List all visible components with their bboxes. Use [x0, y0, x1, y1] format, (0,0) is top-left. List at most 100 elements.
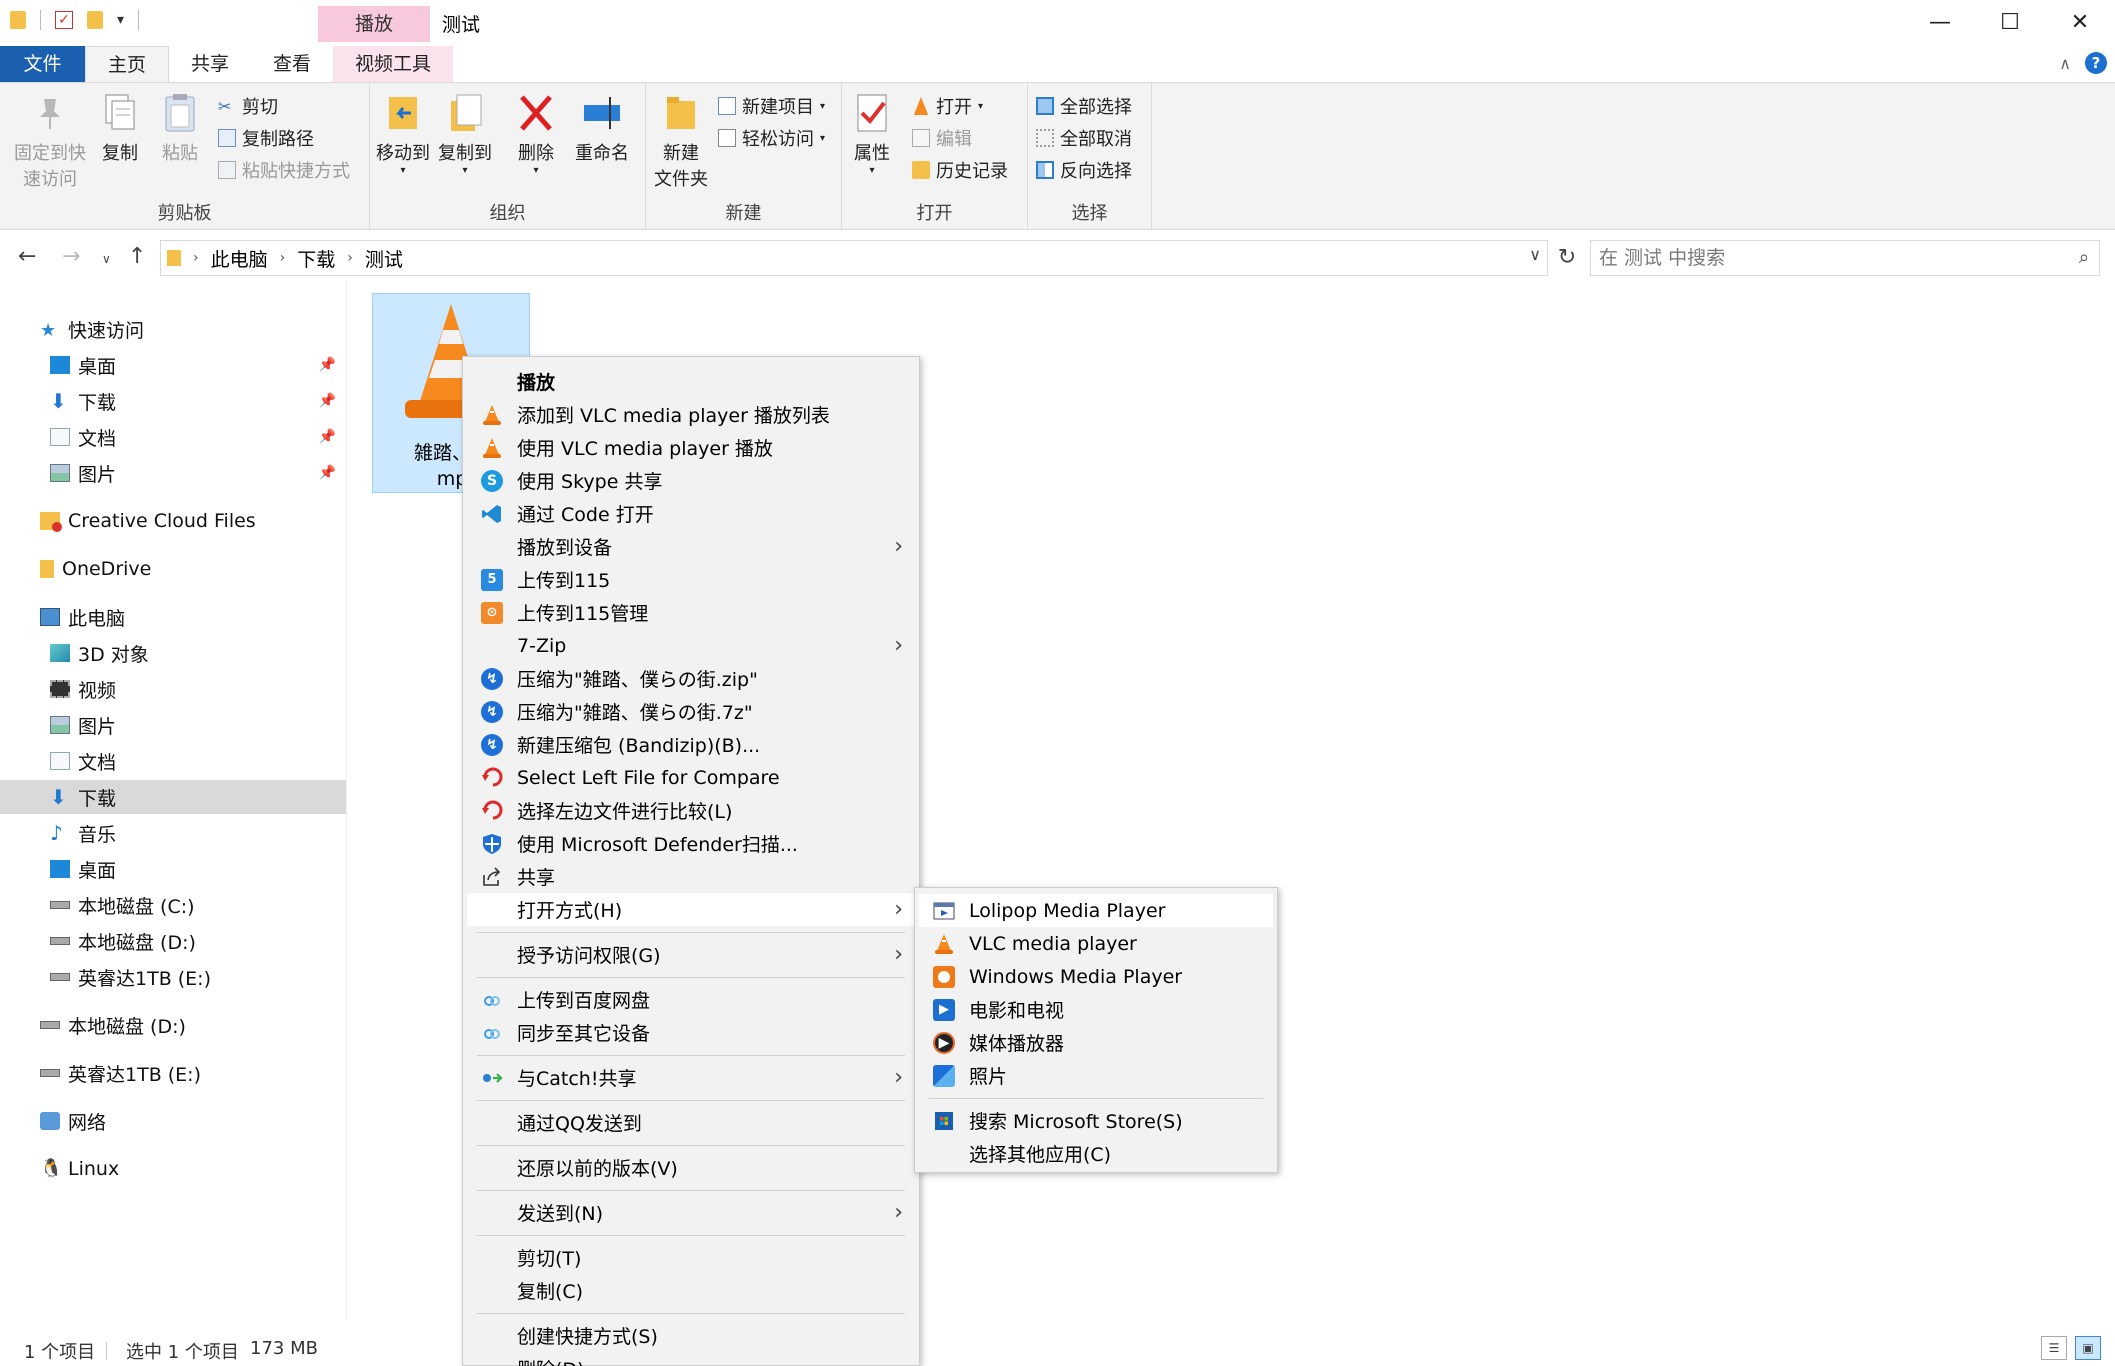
menu-item[interactable]: ↯ 压缩为"雑踏、僕らの街.zip" — [467, 662, 915, 695]
menu-item[interactable]: 搜索 Microsoft Store(S) — [919, 1104, 1273, 1137]
details-view-icon[interactable]: ☰ — [2041, 1336, 2067, 1360]
nav-downloads-pinned[interactable]: ⬇ 下载 📌 — [0, 384, 346, 418]
nav-this-pc[interactable]: 此电脑 — [0, 600, 346, 634]
properties-button[interactable]: 属性 ▾ — [846, 91, 898, 176]
nav-quick-access[interactable]: ★ 快速访问 — [0, 312, 346, 346]
tab-video-tools[interactable]: 视频工具 — [333, 46, 454, 82]
invert-selection-button[interactable]: 反向选择 — [1036, 157, 1132, 183]
nav-linux[interactable]: 🐧 Linux — [0, 1152, 346, 1186]
history-button[interactable]: 历史记录 — [912, 157, 1008, 183]
nav-pictures-pinned[interactable]: 图片 📌 — [0, 456, 346, 490]
nav-drive-c[interactable]: 本地磁盘 (C:) — [0, 888, 346, 922]
menu-item[interactable]: ▶ 媒体播放器 — [919, 1026, 1273, 1059]
menu-item[interactable]: 与Catch!共享 › — [467, 1061, 915, 1094]
select-none-button[interactable]: 全部取消 — [1036, 125, 1132, 151]
new-item-button[interactable]: 新建项目 ▾ — [718, 93, 825, 119]
menu-item[interactable]: 选择其他应用(C) — [919, 1137, 1273, 1170]
address-input[interactable]: › 此电脑 › 下载 › 测试 ∨ — [160, 240, 1548, 276]
menu-item[interactable]: 创建快捷方式(S) — [467, 1319, 915, 1352]
nav-drive-e[interactable]: 英睿达1TB (E:) — [0, 960, 346, 994]
search-input[interactable]: 在 测试 中搜索 ⌕ — [1590, 240, 2100, 276]
copy-path-button[interactable]: 复制路径 — [218, 125, 314, 151]
menu-item[interactable]: S 使用 Skype 共享 — [467, 464, 915, 497]
menu-item[interactable]: 添加到 VLC media player 播放列表 — [467, 398, 915, 431]
copy-button[interactable]: 复制 — [94, 91, 146, 165]
menu-item[interactable]: 选择左边文件进行比较(L) — [467, 794, 915, 827]
menu-item[interactable]: 授予访问权限(G) › — [467, 938, 915, 971]
menu-item[interactable]: VLC media player — [919, 927, 1273, 960]
nav-downloads[interactable]: ⬇ 下载 — [0, 780, 346, 814]
large-icons-view-icon[interactable]: ▣ — [2075, 1336, 2101, 1360]
pin-quick-access-button[interactable]: 固定到快 速访问 — [8, 91, 92, 191]
address-dropdown-chevron-icon[interactable]: ∨ — [1529, 245, 1541, 264]
menu-item[interactable]: 照片 — [919, 1059, 1273, 1092]
nav-onedrive[interactable]: OneDrive — [0, 552, 346, 586]
refresh-icon[interactable]: ↻ — [1552, 240, 1582, 276]
move-to-button[interactable]: 移动到 ▾ — [372, 91, 434, 176]
nav-documents-pinned[interactable]: 文档 📌 — [0, 420, 346, 454]
tab-share[interactable]: 共享 — [169, 46, 251, 82]
forward-arrow-icon[interactable]: → — [62, 244, 80, 269]
nav-drive-d-root[interactable]: 本地磁盘 (D:) — [0, 1008, 346, 1042]
paste-button[interactable]: 粘贴 — [154, 91, 206, 165]
easy-access-button[interactable]: 轻松访问 ▾ — [718, 125, 825, 151]
nav-music[interactable]: ♪ 音乐 — [0, 816, 346, 850]
copy-to-button[interactable]: 复制到 ▾ — [434, 91, 496, 176]
customize-toolbar-dropdown-icon[interactable]: ▾ — [117, 12, 124, 28]
menu-item[interactable]: 上传到百度网盘 — [467, 983, 915, 1016]
menu-item[interactable]: 通过 Code 打开 — [467, 497, 915, 530]
cut-button[interactable]: ✂ 剪切 — [218, 93, 278, 119]
collapse-ribbon-icon[interactable]: ∧ — [2059, 54, 2071, 73]
menu-item[interactable]: 删除(D) — [467, 1352, 915, 1366]
pane-divider[interactable] — [346, 280, 347, 1320]
new-folder-icon[interactable] — [87, 11, 103, 29]
nav-network[interactable]: 网络 — [0, 1104, 346, 1138]
menu-item[interactable]: ▶ 电影和电视 — [919, 993, 1273, 1026]
open-button[interactable]: 打开 ▾ — [912, 93, 983, 119]
menu-item[interactable]: ↯ 压缩为"雑踏、僕らの街.7z" — [467, 695, 915, 728]
nav-desktop[interactable]: 桌面 — [0, 852, 346, 886]
maximize-button[interactable]: ☐ — [1975, 0, 2045, 46]
nav-drive-e-root[interactable]: 英睿达1TB (E:) — [0, 1056, 346, 1090]
menu-item[interactable]: Lolipop Media Player — [919, 894, 1273, 927]
menu-item[interactable]: 同步至其它设备 — [467, 1016, 915, 1049]
nav-drive-d[interactable]: 本地磁盘 (D:) — [0, 924, 346, 958]
menu-item[interactable]: ↯ 新建压缩包 (Bandizip)(B)... — [467, 728, 915, 761]
recent-locations-chevron-icon[interactable]: ∨ — [102, 252, 111, 266]
breadcrumb-downloads[interactable]: 下载 — [297, 245, 335, 272]
menu-item[interactable]: Select Left File for Compare — [467, 761, 915, 794]
menu-item[interactable]: 播放到设备 › — [467, 530, 915, 563]
menu-item[interactable]: 发送到(N) › — [467, 1196, 915, 1229]
help-icon[interactable]: ? — [2085, 52, 2107, 74]
menu-item[interactable]: 还原以前的版本(V) — [467, 1151, 915, 1184]
nav-videos[interactable]: 视频 — [0, 672, 346, 706]
menu-item[interactable]: 播放 — [467, 365, 915, 398]
breadcrumb-this-pc[interactable]: 此电脑 — [211, 245, 268, 272]
nav-documents[interactable]: 文档 — [0, 744, 346, 778]
up-arrow-icon[interactable]: ↑ — [128, 244, 146, 269]
menu-item[interactable]: 5 上传到115 — [467, 563, 915, 596]
menu-item[interactable]: 使用 Microsoft Defender扫描... — [467, 827, 915, 860]
tab-home[interactable]: 主页 — [85, 46, 170, 82]
menu-item[interactable]: ⊙ 上传到115管理 — [467, 596, 915, 629]
minimize-button[interactable]: — — [1905, 0, 1975, 46]
menu-item[interactable]: 共享 — [467, 860, 915, 893]
delete-button[interactable]: 删除 ▾ — [510, 91, 562, 176]
paste-shortcut-button[interactable]: 粘贴快捷方式 — [218, 157, 350, 183]
menu-item[interactable]: 打开方式(H) › — [467, 893, 915, 926]
nav-3d-objects[interactable]: 3D 对象 — [0, 636, 346, 670]
breadcrumb-test[interactable]: 测试 — [365, 245, 403, 272]
nav-creative-cloud[interactable]: Creative Cloud Files — [0, 504, 346, 538]
breadcrumb-separator-icon[interactable]: › — [347, 250, 353, 266]
tab-view[interactable]: 查看 — [251, 46, 333, 82]
close-button[interactable]: ✕ — [2045, 0, 2115, 46]
menu-item[interactable]: Windows Media Player — [919, 960, 1273, 993]
rename-button[interactable]: 重命名 — [570, 91, 634, 165]
edit-button[interactable]: 编辑 — [912, 125, 972, 151]
new-folder-button[interactable]: 新建 文件夹 — [650, 91, 712, 191]
menu-item[interactable]: 剪切(T) — [467, 1241, 915, 1274]
menu-item[interactable]: 复制(C) — [467, 1274, 915, 1307]
menu-item[interactable]: 通过QQ发送到 — [467, 1106, 915, 1139]
menu-item[interactable]: 使用 VLC media player 播放 — [467, 431, 915, 464]
nav-desktop-pinned[interactable]: 桌面 📌 — [0, 348, 346, 382]
